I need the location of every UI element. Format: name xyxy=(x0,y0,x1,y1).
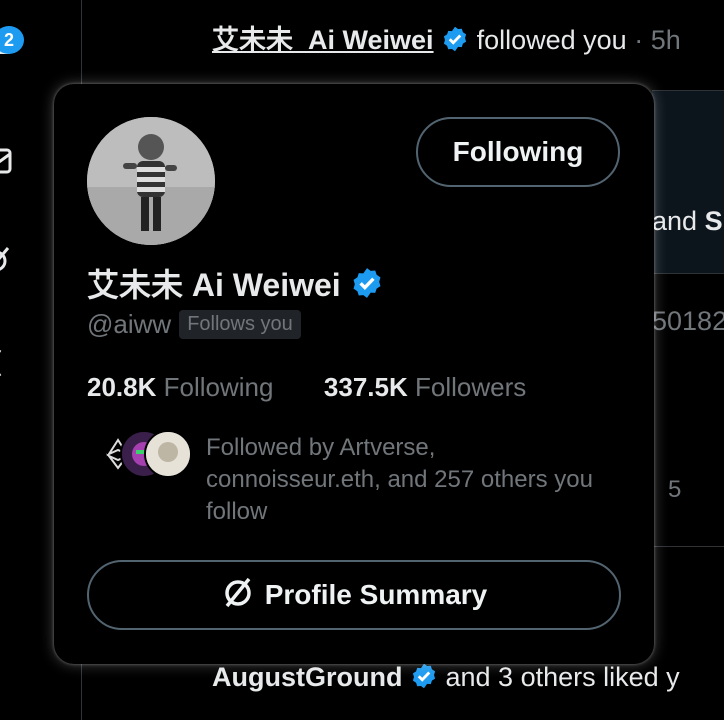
communities-icon[interactable] xyxy=(0,548,16,578)
notification-badge: 2 xyxy=(0,26,24,54)
verified-badge-icon xyxy=(410,662,438,697)
notification-user-name[interactable]: AugustGround xyxy=(212,662,402,692)
post-fragment-number: 50182 xyxy=(652,306,724,336)
follows-you-badge: Follows you xyxy=(179,310,301,339)
followed-by-text[interactable]: Followed by Artverse, connoisseur.eth, a… xyxy=(206,432,606,528)
notification-user-name[interactable]: 艾未未_Ai Weiwei xyxy=(212,25,434,55)
separator-dot: · xyxy=(626,25,651,55)
handle-row: @aiww Follows you xyxy=(87,309,301,340)
profile-display-name[interactable]: 艾未未 Ai Weiwei xyxy=(87,260,384,308)
followers-stat[interactable]: 337.5K Followers xyxy=(324,372,526,402)
verified-badge-icon xyxy=(441,25,469,60)
x-premium-icon[interactable] xyxy=(0,348,16,378)
following-button[interactable]: Following xyxy=(416,117,620,187)
messages-envelope-icon[interactable] xyxy=(0,146,16,176)
following-stat[interactable]: 20.8K Following xyxy=(87,372,273,402)
post-fragment-text: and S xyxy=(652,206,723,236)
profile-summary-label: Profile Summary xyxy=(264,579,488,610)
feed-divider xyxy=(652,546,724,547)
notification-action: and 3 others liked y xyxy=(445,662,680,692)
grok-icon[interactable] xyxy=(0,244,16,274)
more-icon[interactable] xyxy=(0,644,16,674)
quoted-post-card[interactable] xyxy=(652,90,724,274)
circle-slash-icon xyxy=(221,575,255,616)
profile-summary-button[interactable]: Profile Summary xyxy=(87,560,621,630)
follow-stats: 20.8K Following 337.5K Followers xyxy=(87,372,526,403)
follow-notification[interactable]: 艾未未_Ai Weiwei followed you · 5h xyxy=(212,18,681,60)
like-notification[interactable]: AugustGround and 3 others liked y xyxy=(212,662,680,697)
notification-action: followed you xyxy=(476,25,627,55)
notification-time: 5h xyxy=(650,25,681,55)
profile-handle[interactable]: @aiww xyxy=(87,309,171,340)
post-action-count: 5 xyxy=(668,476,682,503)
profile-avatar[interactable] xyxy=(87,117,215,245)
profile-hover-card: Following 艾未未 Ai Weiwei @aiww Follows yo… xyxy=(54,84,654,664)
bookmarks-icon[interactable] xyxy=(0,444,16,474)
mutual-avatar-other xyxy=(144,430,192,478)
mutual-followers-avatars[interactable] xyxy=(94,430,194,480)
verified-badge-icon xyxy=(350,266,384,308)
